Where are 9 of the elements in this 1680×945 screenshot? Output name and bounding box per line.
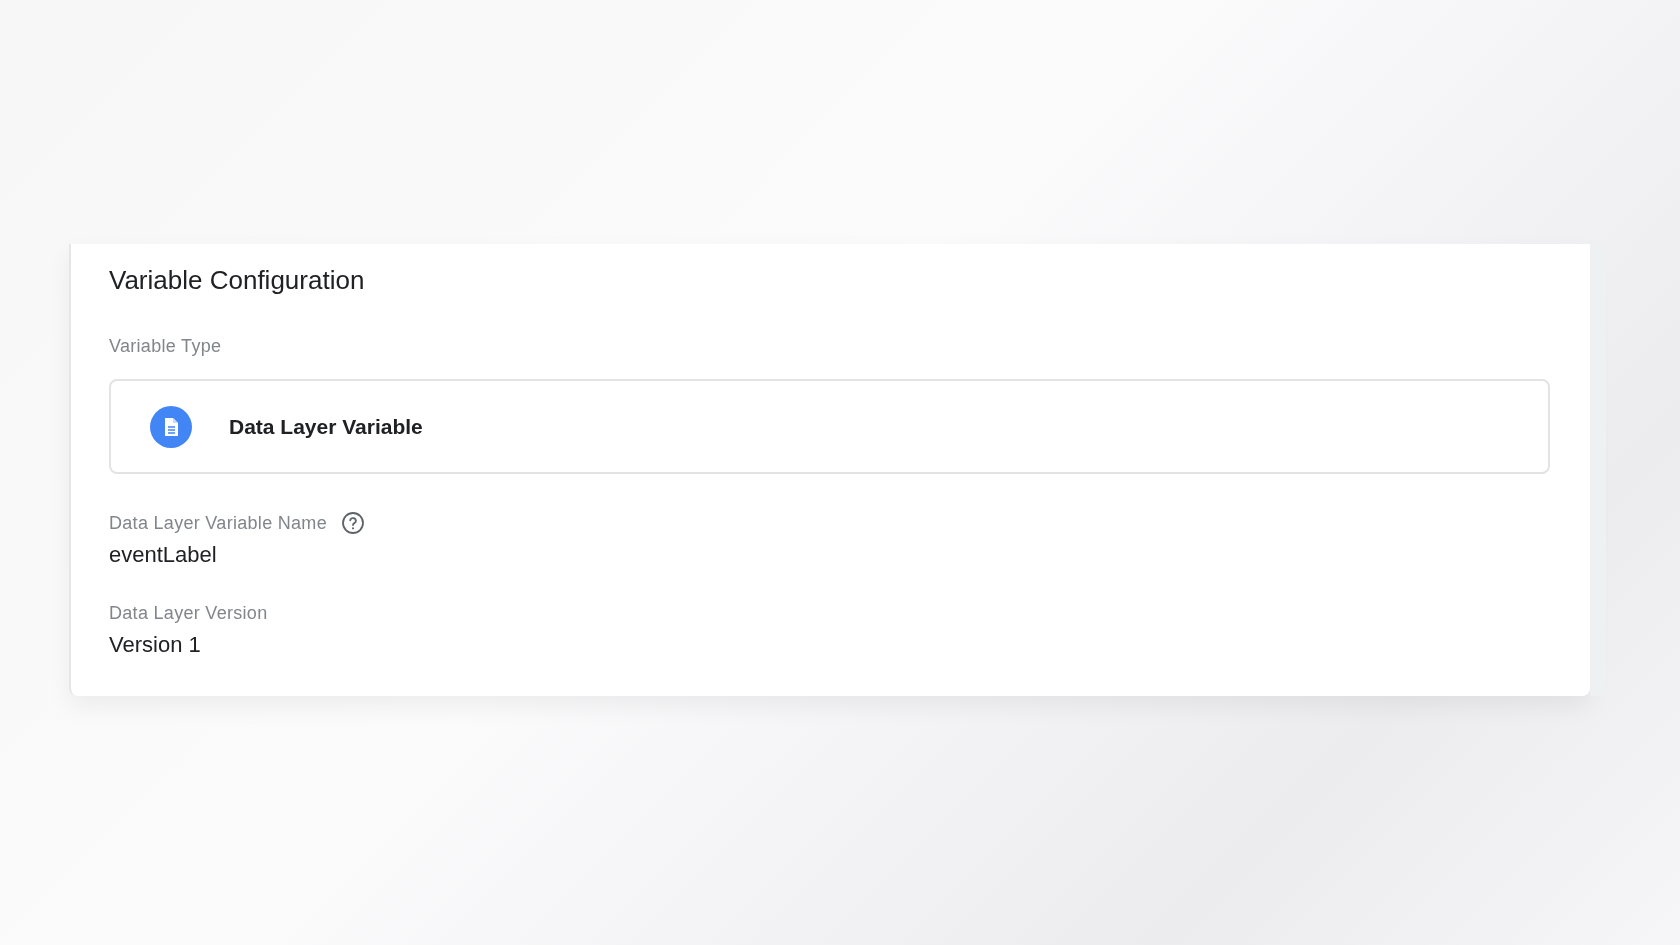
field-label: Data Layer Variable Name — [109, 512, 327, 534]
field-label: Data Layer Version — [109, 602, 268, 624]
field-value: Version 1 — [109, 631, 202, 659]
field-value: eventLabel — [109, 541, 218, 569]
section-title: Variable Configuration — [109, 264, 366, 297]
help-icon[interactable] — [341, 511, 365, 535]
variable-type-selector[interactable]: Data Layer Variable — [109, 379, 1550, 474]
document-icon — [150, 405, 192, 448]
field-label: Variable Type — [109, 335, 223, 358]
